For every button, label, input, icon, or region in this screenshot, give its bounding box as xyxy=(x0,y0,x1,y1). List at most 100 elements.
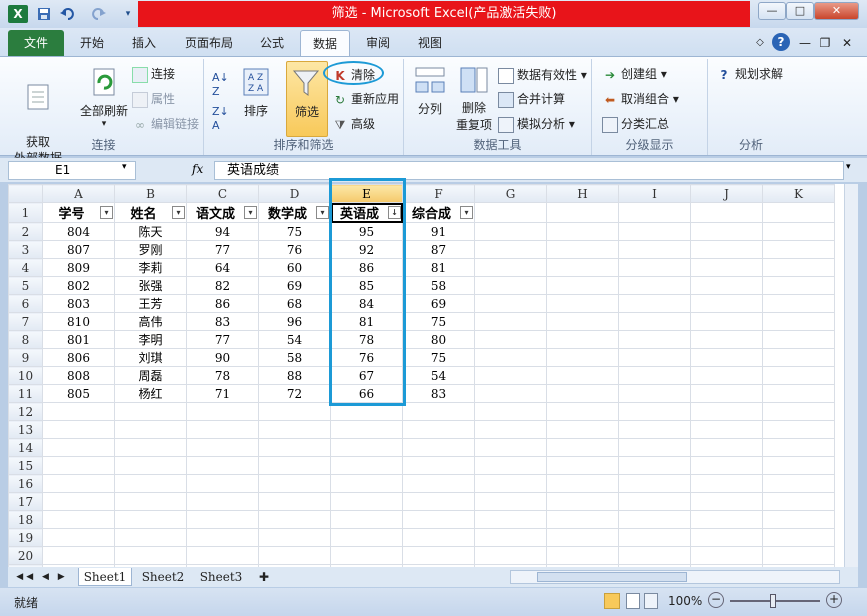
tab-home[interactable]: 开始 xyxy=(70,30,114,56)
vertical-scrollbar[interactable] xyxy=(844,184,858,567)
cell[interactable] xyxy=(762,312,835,331)
cell[interactable] xyxy=(258,420,331,439)
cell[interactable] xyxy=(618,474,691,493)
cell[interactable] xyxy=(690,456,763,475)
tab-formulas[interactable]: 公式 xyxy=(250,30,294,56)
cell[interactable] xyxy=(690,438,763,457)
cell[interactable] xyxy=(618,330,691,349)
cell[interactable] xyxy=(690,402,763,421)
sheet-tab-1[interactable]: Sheet1 xyxy=(78,568,132,586)
cell[interactable] xyxy=(186,456,259,475)
cell[interactable] xyxy=(690,510,763,529)
cell[interactable] xyxy=(114,528,187,547)
cell[interactable] xyxy=(546,528,619,547)
cell[interactable]: 87 xyxy=(402,240,475,259)
doc-restore-icon[interactable]: ❐ xyxy=(818,30,832,56)
cell[interactable] xyxy=(474,420,547,439)
cell[interactable]: 810 xyxy=(42,312,115,331)
cell[interactable] xyxy=(762,202,835,223)
cell[interactable] xyxy=(546,384,619,403)
cell[interactable] xyxy=(330,474,403,493)
cell[interactable] xyxy=(618,546,691,565)
cell[interactable]: 陈天 xyxy=(114,222,187,241)
horizontal-scrollbar[interactable] xyxy=(510,570,840,584)
collapse-ribbon-icon[interactable]: ◇ xyxy=(752,30,768,56)
cell[interactable]: 学号 ▾ xyxy=(42,202,115,223)
cell[interactable] xyxy=(690,312,763,331)
cell[interactable] xyxy=(618,276,691,295)
cell[interactable] xyxy=(762,258,835,277)
cell[interactable] xyxy=(114,438,187,457)
filter-dropdown-icon[interactable]: ▾ xyxy=(316,206,329,219)
cell[interactable] xyxy=(762,510,835,529)
cell[interactable] xyxy=(258,510,331,529)
cell[interactable]: 杨红 xyxy=(114,384,187,403)
cell[interactable]: 英语成 ↓ xyxy=(330,202,403,223)
cell[interactable] xyxy=(330,420,403,439)
cell[interactable]: 高伟 xyxy=(114,312,187,331)
cell[interactable] xyxy=(690,474,763,493)
row-header[interactable]: 2 xyxy=(8,222,43,241)
cell[interactable] xyxy=(42,420,115,439)
cell[interactable] xyxy=(690,366,763,385)
cell[interactable] xyxy=(546,438,619,457)
cell[interactable] xyxy=(330,546,403,565)
cell[interactable] xyxy=(114,546,187,565)
cell[interactable]: 69 xyxy=(258,276,331,295)
cell[interactable]: 69 xyxy=(402,294,475,313)
cell[interactable] xyxy=(546,294,619,313)
cell[interactable]: 804 xyxy=(42,222,115,241)
cell[interactable]: 809 xyxy=(42,258,115,277)
cell[interactable] xyxy=(402,492,475,511)
cell[interactable]: 李明 xyxy=(114,330,187,349)
minimize-button[interactable]: — xyxy=(758,2,786,20)
page-layout-view-icon[interactable] xyxy=(626,593,640,609)
tab-insert[interactable]: 插入 xyxy=(122,30,166,56)
cell[interactable] xyxy=(762,276,835,295)
doc-minimize-icon[interactable]: — xyxy=(798,30,812,56)
cell[interactable]: 78 xyxy=(186,366,259,385)
help-icon[interactable]: ? xyxy=(772,33,790,51)
cell[interactable] xyxy=(690,222,763,241)
cell[interactable] xyxy=(546,402,619,421)
cell[interactable] xyxy=(762,384,835,403)
cell[interactable] xyxy=(762,492,835,511)
cell[interactable] xyxy=(618,492,691,511)
cell[interactable] xyxy=(546,240,619,259)
consolidate-button[interactable]: 合并计算 xyxy=(498,90,565,108)
cell[interactable] xyxy=(474,366,547,385)
cell[interactable] xyxy=(42,402,115,421)
row-header[interactable]: 4 xyxy=(8,258,43,277)
cell[interactable] xyxy=(258,492,331,511)
cell[interactable]: 78 xyxy=(330,330,403,349)
cell[interactable]: 803 xyxy=(42,294,115,313)
cell[interactable]: 90 xyxy=(186,348,259,367)
cell[interactable] xyxy=(402,510,475,529)
cell[interactable]: 94 xyxy=(186,222,259,241)
cell[interactable] xyxy=(762,528,835,547)
column-header[interactable]: G xyxy=(474,184,547,203)
cell[interactable] xyxy=(258,546,331,565)
cell[interactable] xyxy=(618,456,691,475)
doc-close-icon[interactable]: ✕ xyxy=(840,30,854,56)
cell[interactable] xyxy=(258,402,331,421)
cell[interactable] xyxy=(546,510,619,529)
maximize-button[interactable]: □ xyxy=(786,2,814,20)
cell[interactable] xyxy=(690,276,763,295)
data-validation-button[interactable]: 数据有效性 ▾ xyxy=(498,66,587,84)
cell[interactable] xyxy=(330,456,403,475)
cell[interactable]: 91 xyxy=(402,222,475,241)
cell[interactable]: 67 xyxy=(330,366,403,385)
connections-button[interactable]: 连接 xyxy=(132,65,175,83)
cell[interactable] xyxy=(42,546,115,565)
cell[interactable] xyxy=(762,546,835,565)
tab-file[interactable]: 文件 xyxy=(8,30,64,56)
remove-duplicates-button[interactable]: 删除 重复项 xyxy=(454,65,494,134)
cell[interactable] xyxy=(258,528,331,547)
cell[interactable] xyxy=(186,474,259,493)
cell[interactable]: 86 xyxy=(330,258,403,277)
cell[interactable] xyxy=(690,240,763,259)
row-header[interactable]: 16 xyxy=(8,474,43,493)
cell[interactable] xyxy=(42,474,115,493)
cell[interactable]: 李莉 xyxy=(114,258,187,277)
